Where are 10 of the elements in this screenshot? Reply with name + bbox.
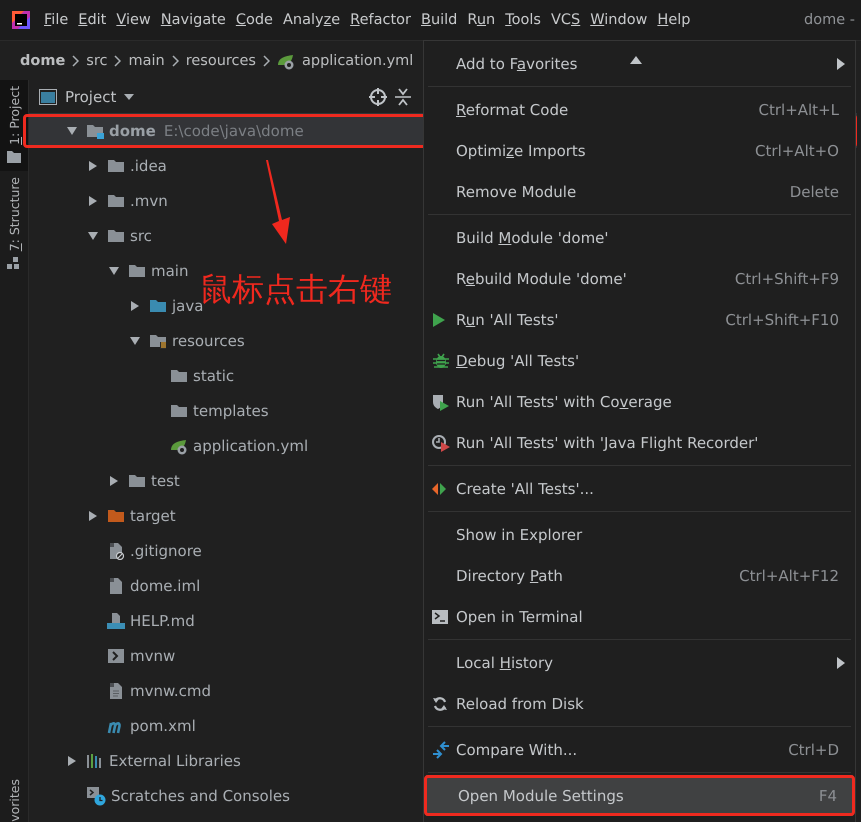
shortcut-label: Delete <box>790 182 839 200</box>
shortcut-label: F4 <box>818 786 837 804</box>
shortcut-label: Ctrl+Shift+F9 <box>734 270 839 288</box>
path-label: E:\code\java\dome <box>164 122 304 140</box>
shortcut-label: Ctrl+Alt+F12 <box>739 566 839 584</box>
shortcut-label: Ctrl+Alt+O <box>755 142 839 160</box>
shortcut-label: Ctrl+D <box>788 740 839 758</box>
shortcut-label: Ctrl+Shift+F10 <box>725 310 839 328</box>
window-title: dome - <box>804 12 856 28</box>
shortcut-label: Ctrl+Alt+L <box>758 100 839 118</box>
